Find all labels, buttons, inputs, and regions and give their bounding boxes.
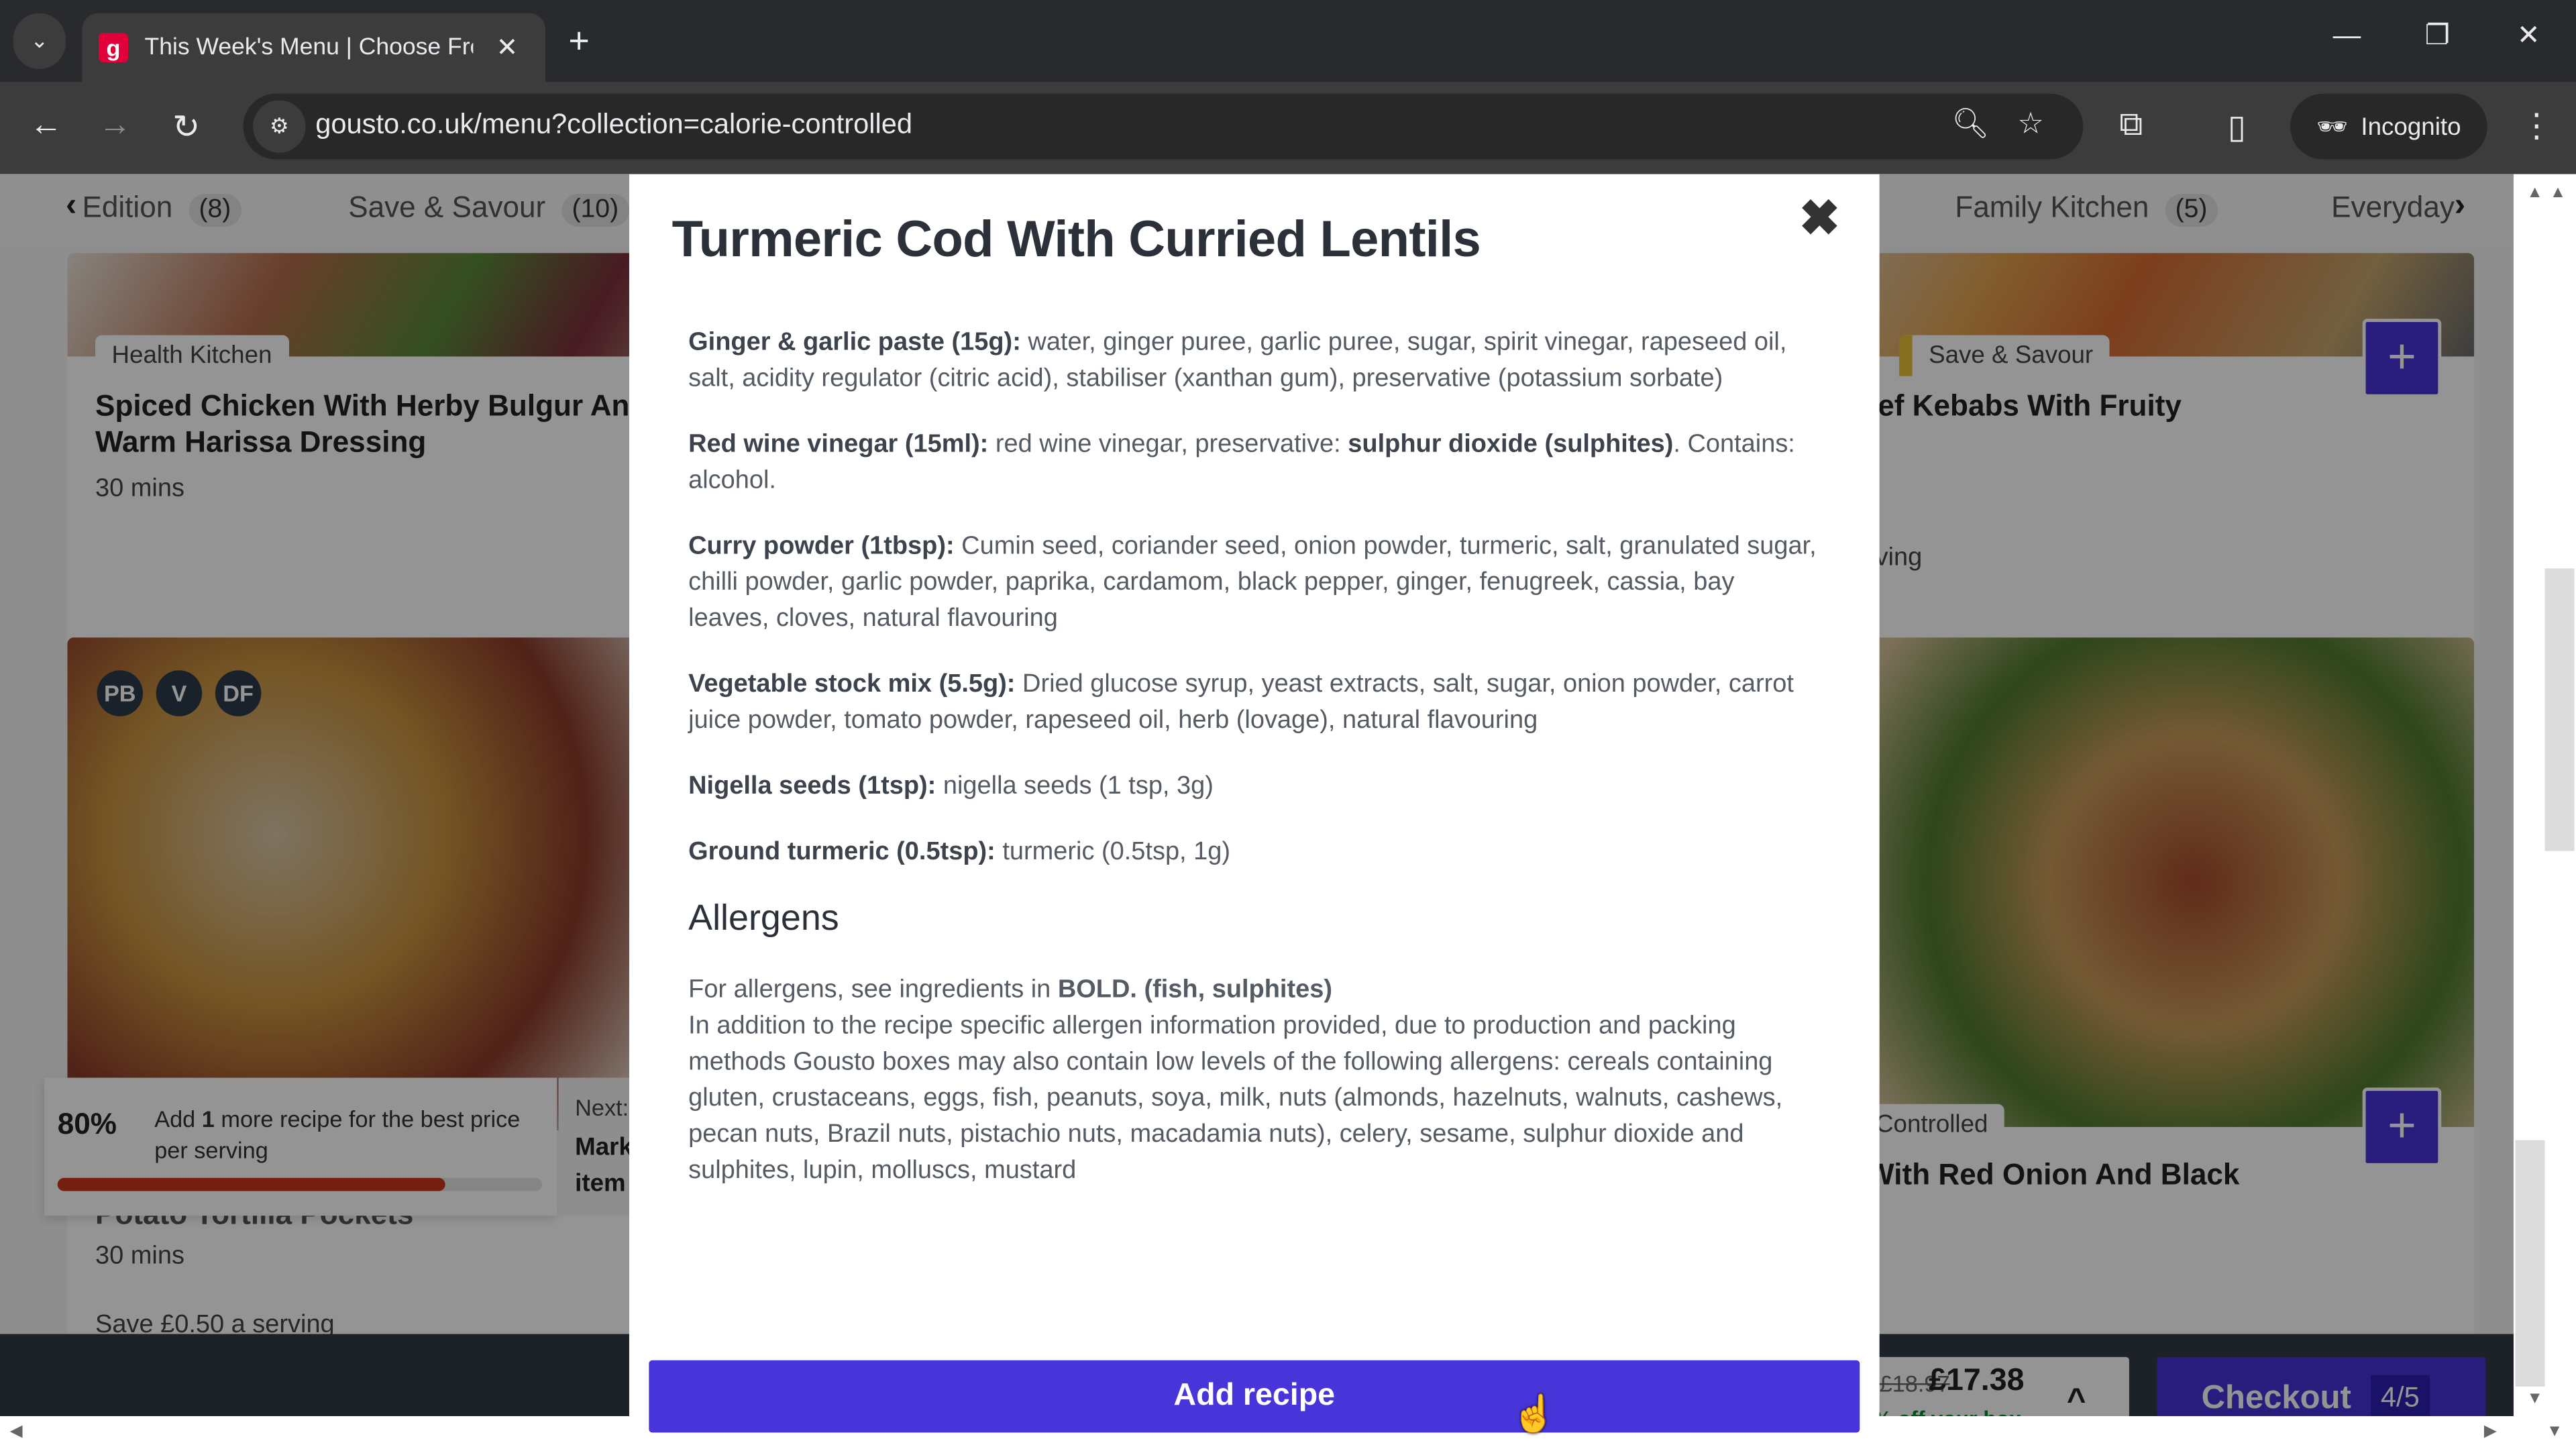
ingredient-item: Curry powder (1tbsp): Cumin seed, corian…	[688, 532, 1817, 633]
url-text[interactable]: gousto.co.uk/menu?collection=calorie-con…	[315, 109, 912, 142]
plus-icon[interactable]: +	[568, 19, 589, 62]
scroll-down-icon[interactable]: ▼	[2527, 1390, 2543, 1408]
vertical-scrollbar[interactable]: ▲ ▲ ▼	[2513, 174, 2576, 1417]
gousto-favicon-icon: g	[98, 32, 129, 63]
ingredient-item: Vegetable stock mix (5.5g): Dried glucos…	[688, 670, 1794, 735]
allergens-note: In addition to the recipe specific aller…	[688, 1012, 1783, 1185]
incognito-button[interactable]: 🕶︎ Incognito	[2290, 93, 2487, 160]
allergens-heading: Allergens	[688, 897, 839, 938]
close-icon[interactable]: ✕	[496, 32, 519, 64]
back-icon[interactable]: ←	[30, 107, 62, 144]
restore-icon[interactable]: ❐	[2425, 19, 2450, 52]
allergens-intro: For allergens, see ingredients in BOLD. …	[688, 975, 1332, 1004]
scrollbar-thumb[interactable]	[2515, 1140, 2545, 1387]
ingredient-item: Red wine vinegar (15ml): red wine vinega…	[688, 430, 1795, 495]
incognito-label: Incognito	[2361, 112, 2461, 141]
ingredients-list: Ginger & garlic paste (15g): water, ging…	[688, 325, 1822, 1189]
title-bar: ⌄ g This Week's Menu | Choose From ✕ + —…	[0, 0, 2576, 83]
add-recipe-button[interactable]: Add recipe	[649, 1360, 1860, 1433]
modal-title: Turmeric Cod With Curried Lentils	[672, 210, 1481, 268]
ingredient-item: Ginger & garlic paste (15g): water, ging…	[688, 328, 1787, 393]
scroll-right-icon[interactable]: ▶	[2484, 1423, 2497, 1441]
side-panel-icon[interactable]: ▯	[2228, 107, 2246, 148]
incognito-icon: 🕶︎	[2316, 113, 2348, 142]
browser-tab[interactable]: g This Week's Menu | Choose From ✕	[82, 13, 546, 83]
menu-icon[interactable]: ⋮	[2520, 105, 2553, 146]
window-close-icon[interactable]: ✕	[2517, 19, 2540, 52]
scroll-down-icon[interactable]: ▼	[2546, 1423, 2563, 1441]
address-bar[interactable]: ⚙ gousto.co.uk/menu?collection=calorie-c…	[243, 93, 2084, 160]
minimize-icon[interactable]: —	[2333, 19, 2361, 52]
forward-icon[interactable]: →	[99, 107, 131, 144]
browser-window: ⌄ g This Week's Menu | Choose From ✕ + —…	[0, 0, 2576, 1449]
ingredient-item: Ground turmeric (0.5tsp): turmeric (0.5t…	[688, 837, 1231, 866]
star-icon[interactable]: ☆	[2017, 107, 2044, 141]
recipe-details-modal: Turmeric Cod With Curried Lentils ✖ Ging…	[629, 174, 1880, 1449]
ingredient-item: Nigella seeds (1tsp): nigella seeds (1 t…	[688, 772, 1214, 800]
scroll-up-icon[interactable]: ▲	[2550, 184, 2566, 202]
scroll-up-icon[interactable]: ▲	[2527, 184, 2543, 202]
tab-title: This Week's Menu | Choose From	[144, 34, 474, 61]
close-icon[interactable]: ✖	[1799, 191, 1841, 248]
site-info-icon[interactable]: ⚙	[253, 100, 306, 153]
reload-icon[interactable]: ↻	[172, 107, 200, 148]
zoom-icon[interactable]: 🔍︎	[1951, 107, 1989, 141]
scroll-left-icon[interactable]: ◀	[10, 1423, 23, 1441]
browser-toolbar: ← → ↻ ⚙ gousto.co.uk/menu?collection=cal…	[0, 82, 2576, 174]
scrollbar-thumb[interactable]	[2544, 568, 2575, 851]
extensions-icon[interactable]: ⧉	[2119, 107, 2143, 144]
tab-search-icon[interactable]: ⌄	[13, 13, 66, 69]
hand-cursor-icon: ☝	[1511, 1393, 1557, 1434]
